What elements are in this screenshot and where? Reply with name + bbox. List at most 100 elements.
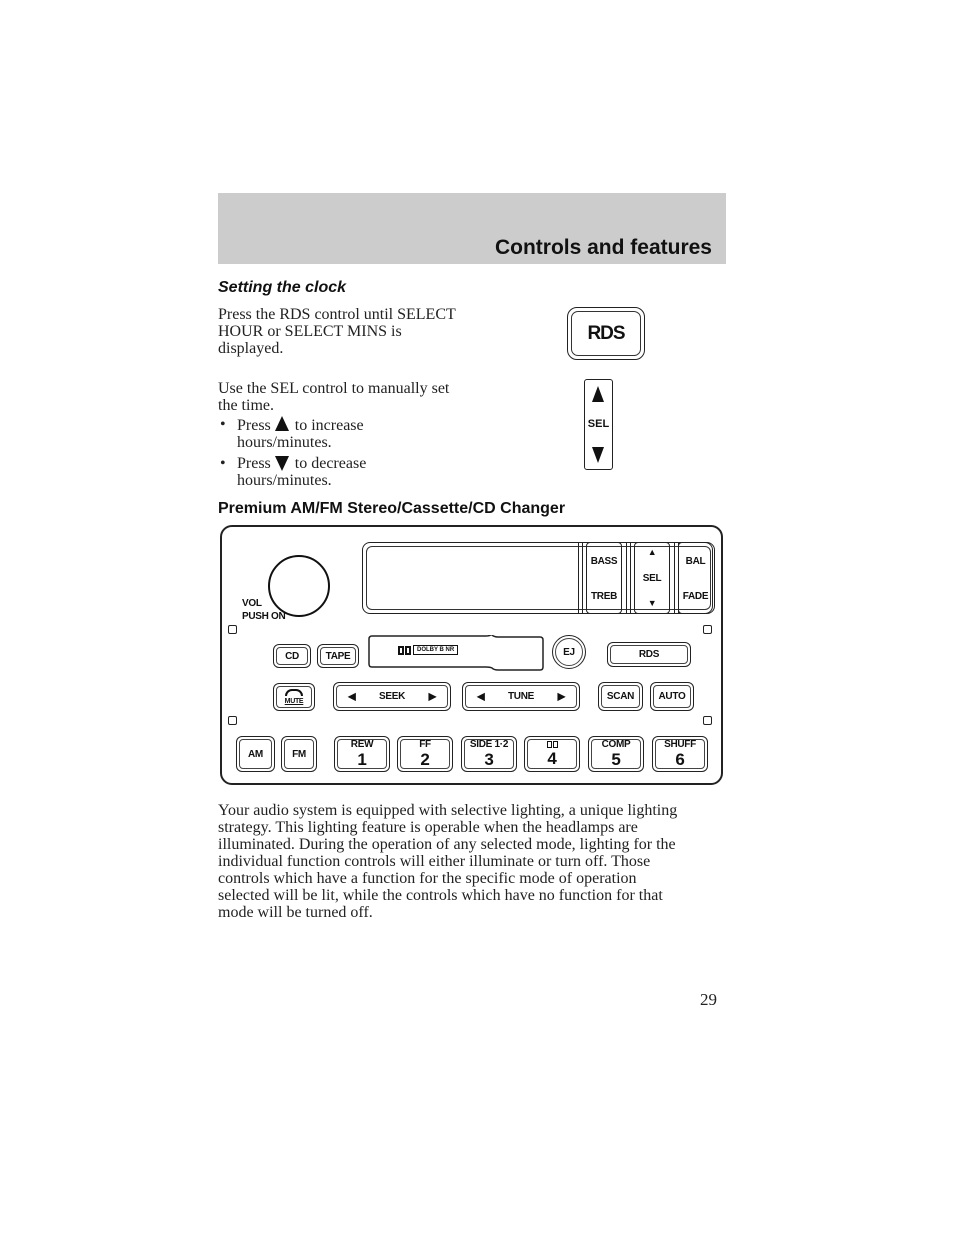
selective-lighting-paragraph: Your audio system is equipped with selec… [218,802,677,921]
bullet-text: Press to increase hours/minutes. [237,416,364,451]
bal-fade-button[interactable]: BAL FADE [678,542,713,614]
preset-button-6[interactable]: SHUFF 6 [652,736,708,772]
bullet-dot: • [220,416,226,433]
bullet-prefix: Press [237,417,271,434]
screw-icon [228,625,237,634]
screw-icon [228,716,237,725]
display-divider [582,542,583,614]
sel-label: SEL [642,573,662,584]
fm-button[interactable]: FM [281,736,317,772]
preset-label: FF [419,739,431,750]
bullet-text: Press to decrease hours/minutes. [237,455,366,489]
preset-button-5[interactable]: COMP 5 [588,736,644,772]
text-line: selected will be lit, while the controls… [218,887,663,904]
display-divider [674,542,675,614]
preset-number: 5 [611,750,621,769]
tape-label: TAPE [325,650,351,662]
cd-button[interactable]: CD [273,644,311,668]
auto-button[interactable]: AUTO [650,682,694,711]
up-arrow-icon [592,386,604,402]
bullet-suffix: to decrease [294,455,367,472]
radio-section-title: Premium AM/FM Stereo/Cassette/CD Changer [218,500,566,517]
bal-label: BAL [685,556,706,567]
bullet-line2: hours/minutes. [237,434,332,451]
scan-button[interactable]: SCAN [598,682,643,711]
up-triangle-icon [274,416,289,431]
text-line: strategy. This lighting feature is opera… [218,819,638,836]
tune-label: TUNE [507,691,535,702]
page-number: 29 [700,990,717,1009]
preset-label: REW [350,739,374,750]
text-line: individual function controls will either… [218,853,651,870]
text-line: Your audio system is equipped with selec… [218,802,678,819]
down-arrow-icon [592,447,604,463]
preset-label: SHUFF [664,739,696,750]
seek-right-arrow-icon: ▶ [428,691,437,702]
clock-section-title: Setting the clock [218,279,347,296]
preset-button-3[interactable]: SIDE 1·2 3 [461,736,517,772]
text-line: controls which have a function for the s… [218,870,637,887]
rds-button[interactable]: RDS [607,642,691,667]
bullet-suffix: to increase [294,417,364,434]
dolby-nr-label: DOLBY B NR [413,645,459,655]
auto-label: AUTO [658,691,686,702]
am-button[interactable]: AM [236,736,275,772]
rds-button-figure: RDS [567,307,645,360]
text-line: illuminated. During the operation of any… [218,836,676,853]
bass-label: BASS [590,556,618,567]
preset-label: SIDE 1·2 [469,739,509,750]
sel-button[interactable]: ▲ SEL ▼ [634,542,670,614]
tape-button[interactable]: TAPE [317,644,359,668]
display-divider [626,542,627,614]
mute-label: MUTE [284,698,304,705]
am-label: AM [248,748,263,760]
text-line: HOUR or SELECT MINS is [218,323,402,340]
bullet-line2: hours/minutes. [237,472,332,489]
rds-figure-label: RDS [571,311,641,356]
rds-label: RDS [638,649,660,660]
seek-left-arrow-icon: ◀ [348,691,356,702]
seek-label: SEEK [378,691,406,702]
push-on-text: PUSH ON [242,611,286,622]
down-triangle-icon [274,456,289,471]
text-line: Press the RDS control until SELECT [218,306,456,323]
fm-label: FM [292,748,306,760]
radio-faceplate-diagram: VOL PUSH ON BASS TREB ▲ SEL ▼ BAL FADE C… [220,525,723,785]
section-header-title: Controls and features [494,236,712,259]
display-divider [630,542,631,614]
bass-treb-button[interactable]: BASS TREB [586,542,622,614]
seek-button[interactable]: ◀ SEEK ▶ [333,682,451,711]
section-header-band: Controls and features [218,193,726,264]
preset-button-1[interactable]: REW 1 [334,736,390,772]
sel-figure-label: SEL [587,418,610,430]
preset-number: 2 [420,750,430,769]
text-line: the time. [218,397,274,414]
text-line: Use the SEL control to manually set [218,380,450,397]
preset-number: 6 [675,750,685,769]
mute-button[interactable]: MUTE [273,683,315,711]
clock-para-1: Press the RDS control until SELECT HOUR … [218,306,456,357]
tune-right-arrow-icon: ▶ [557,691,566,702]
preset-button-2[interactable]: FF 2 [397,736,453,772]
display-divider [578,542,579,614]
volume-label: VOL PUSH ON [242,597,286,623]
ej-label: EJ [563,646,575,658]
vol-text: VOL [242,598,262,609]
cassette-slot: DOLBY B NR [368,632,544,671]
eject-button[interactable]: EJ [552,635,586,669]
cd-label: CD [285,650,299,662]
sel-down-arrow-icon: ▼ [647,598,657,608]
bullet-prefix: Press [237,455,271,472]
sel-up-arrow-icon: ▲ [647,547,657,557]
dolby-icon [546,741,558,748]
phone-icon [285,689,303,696]
tune-button[interactable]: ◀ TUNE ▶ [462,682,580,711]
screw-icon [703,625,712,634]
fade-label: FADE [682,591,709,602]
preset-number: 4 [547,749,557,768]
sel-control-figure: SEL [584,379,613,470]
text-line: displayed. [218,340,284,357]
treb-label: TREB [590,591,618,602]
preset-button-4[interactable]: 4 [524,736,580,772]
tune-left-arrow-icon: ◀ [477,691,485,702]
